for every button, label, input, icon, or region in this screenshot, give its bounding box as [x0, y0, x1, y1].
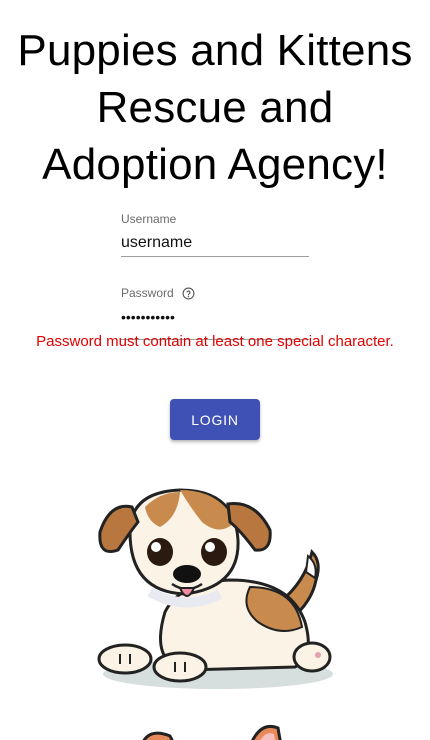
username-label: Username [121, 212, 309, 226]
help-circle-icon[interactable] [182, 287, 195, 300]
password-label-text: Password [121, 286, 174, 300]
username-label-text: Username [121, 212, 177, 226]
username-input[interactable] [121, 232, 309, 254]
password-label: Password [121, 286, 309, 300]
password-field: Password ••••••••••• [121, 286, 309, 340]
page: Puppies and Kittens Rescue and Adoption … [0, 0, 430, 740]
login-button[interactable]: LOGIN [170, 399, 260, 440]
password-input[interactable]: ••••••••••• [121, 307, 309, 327]
puppy-image [97, 488, 333, 689]
page-title-line-3: Adoption Agency! [42, 140, 388, 189]
page-title-line-1: Puppies and Kittens [17, 26, 413, 75]
username-underline [121, 256, 309, 257]
password-error-message: Password must contain at least one speci… [36, 333, 394, 350]
page-title-line-2: Rescue and [96, 83, 334, 132]
username-field: Username [121, 212, 309, 257]
page-title: Puppies and Kittens Rescue and Adoption … [0, 22, 430, 193]
kitten-image [142, 725, 282, 740]
